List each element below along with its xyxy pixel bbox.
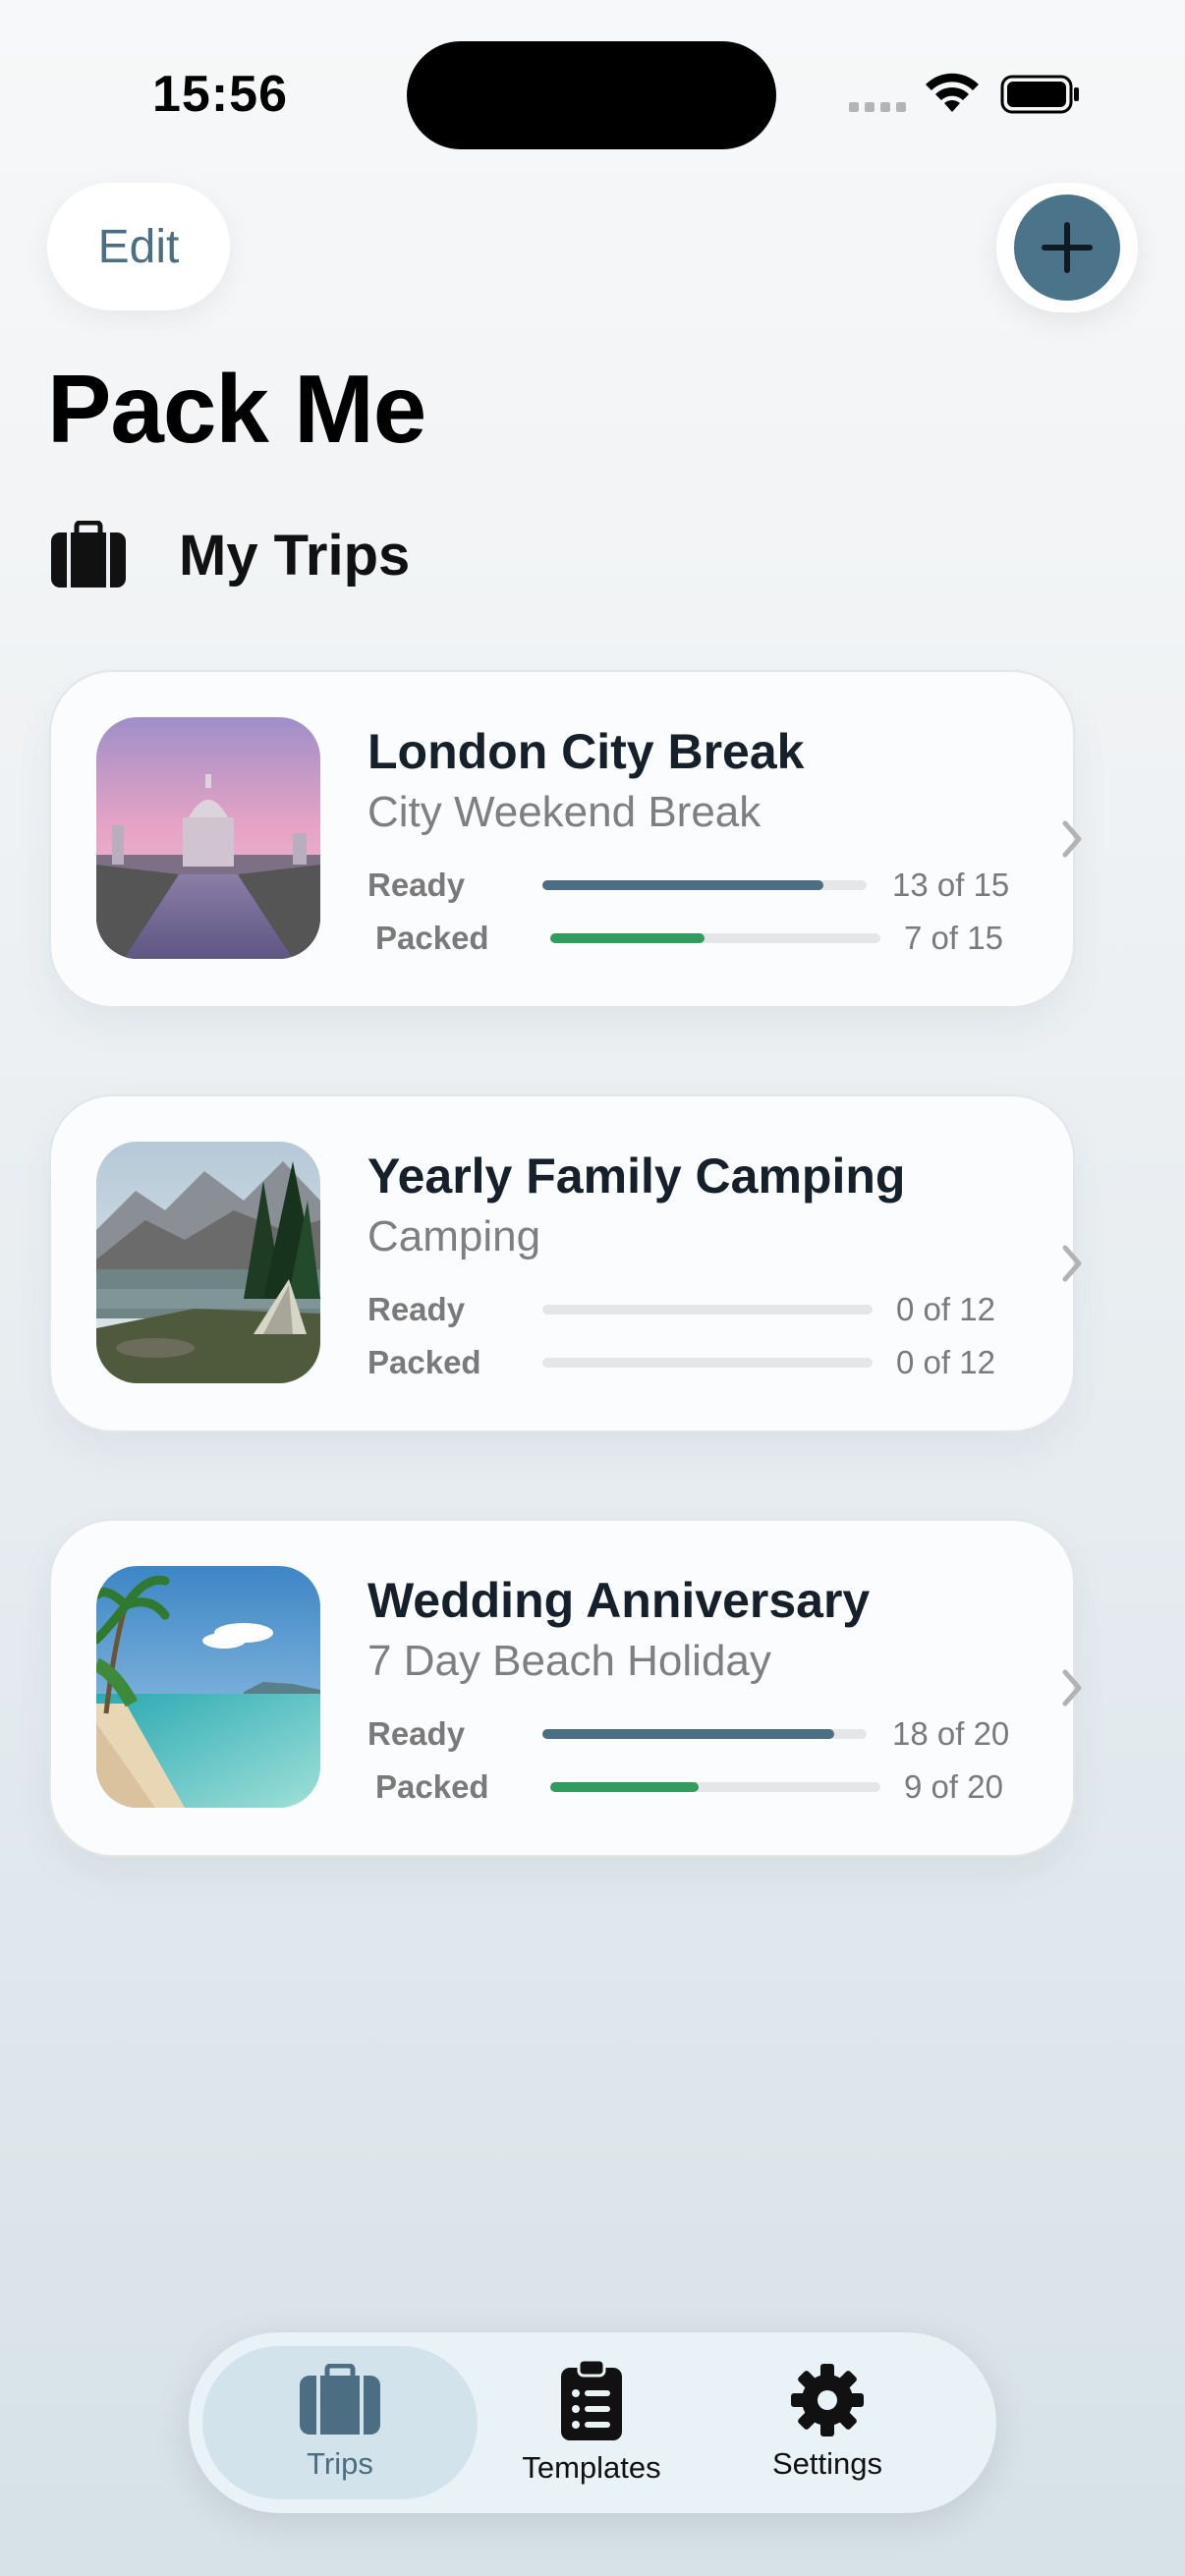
tab-label: Templates xyxy=(522,2450,661,2485)
ready-progress-bar xyxy=(542,1729,867,1739)
packed-count: 0 of 12 xyxy=(896,1344,995,1380)
dynamic-island xyxy=(407,41,776,149)
tab-settings[interactable]: Settings xyxy=(719,2346,935,2499)
battery-icon xyxy=(1000,75,1079,114)
packed-label: Packed xyxy=(367,1344,481,1380)
cellular-signal-icon xyxy=(849,102,906,112)
suitcase-icon xyxy=(51,521,126,588)
ready-count: 0 of 12 xyxy=(896,1291,995,1327)
trip-type: 7 Day Beach Holiday xyxy=(367,1637,771,1685)
packed-progress-fill xyxy=(550,933,705,943)
add-trip-button[interactable] xyxy=(996,183,1138,312)
clipboard-list-icon xyxy=(561,2360,622,2440)
section-header: My Trips xyxy=(51,521,410,589)
ready-progress-bar xyxy=(542,880,867,890)
status-bar: 15:56 xyxy=(0,0,1185,196)
ready-progress-fill xyxy=(542,880,824,890)
tab-bar: Trips Templates Settings xyxy=(189,2332,996,2513)
edit-button[interactable]: Edit xyxy=(47,183,230,310)
trip-card[interactable]: Wedding Anniversary 7 Day Beach Holiday … xyxy=(49,1519,1075,1857)
ready-progress-bar xyxy=(542,1305,873,1315)
chevron-right-icon[interactable] xyxy=(1057,1666,1087,1709)
tab-trips[interactable]: Trips xyxy=(202,2346,478,2499)
trip-name: Yearly Family Camping xyxy=(367,1148,906,1204)
packed-label: Packed xyxy=(375,920,489,956)
gear-icon xyxy=(791,2364,864,2436)
wifi-icon xyxy=(926,73,979,112)
trip-thumbnail xyxy=(96,1142,320,1383)
tab-label: Trips xyxy=(307,2446,373,2481)
ready-count: 13 of 15 xyxy=(892,867,1010,903)
packed-count: 9 of 20 xyxy=(904,1768,1003,1805)
packed-progress-fill xyxy=(550,1782,700,1792)
trip-name: Wedding Anniversary xyxy=(367,1573,871,1628)
plus-icon xyxy=(1042,222,1093,273)
ready-label: Ready xyxy=(367,1291,466,1327)
trip-type: Camping xyxy=(367,1212,541,1260)
add-trip-circle[interactable] xyxy=(1014,195,1120,301)
packed-progress-bar xyxy=(542,1358,873,1368)
tab-templates[interactable]: Templates xyxy=(483,2346,700,2499)
page-title: Pack Me xyxy=(47,355,426,463)
chevron-right-icon[interactable] xyxy=(1057,817,1087,861)
trip-type: City Weekend Break xyxy=(367,788,762,836)
tab-label: Settings xyxy=(771,2446,882,2481)
trip-card[interactable]: Yearly Family Camping Camping Ready 0 of… xyxy=(49,1094,1075,1432)
chevron-right-icon[interactable] xyxy=(1057,1242,1087,1285)
ready-count: 18 of 20 xyxy=(892,1715,1010,1752)
packed-progress-bar xyxy=(550,1782,880,1792)
suitcase-icon xyxy=(300,2364,380,2435)
packed-progress-bar xyxy=(550,933,880,943)
trip-thumbnail xyxy=(96,717,320,959)
status-time: 15:56 xyxy=(152,66,288,123)
section-title: My Trips xyxy=(179,523,411,588)
ready-label: Ready xyxy=(367,1715,466,1752)
packed-count: 7 of 15 xyxy=(904,920,1003,956)
packed-label: Packed xyxy=(375,1768,489,1805)
trip-card[interactable]: London City Break City Weekend Break Rea… xyxy=(49,670,1075,1008)
trip-name: London City Break xyxy=(367,724,805,779)
trip-thumbnail xyxy=(96,1566,320,1808)
ready-label: Ready xyxy=(367,867,466,903)
ready-progress-fill xyxy=(542,1729,834,1739)
